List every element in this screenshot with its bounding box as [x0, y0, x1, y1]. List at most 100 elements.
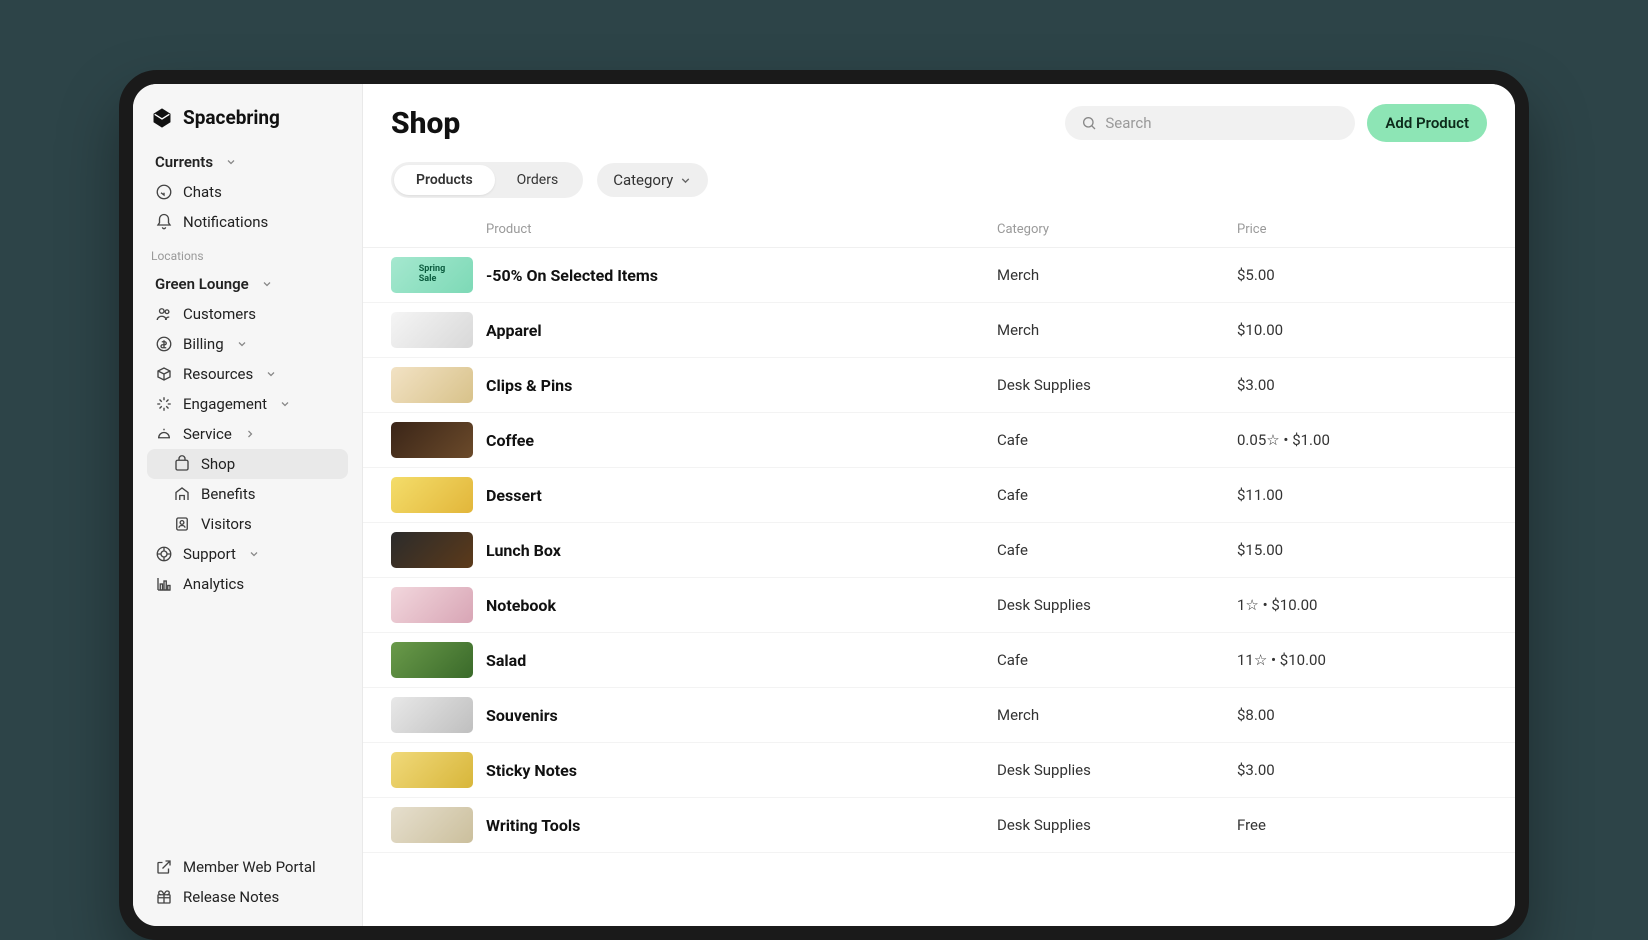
table-header: Product Category Price — [363, 216, 1515, 248]
sidebar-item-label: Service — [183, 425, 232, 443]
table-row[interactable]: Apparel Merch $10.00 — [363, 303, 1515, 358]
sidebar-item-label: Support — [183, 545, 236, 563]
table-row[interactable]: Lunch Box Cafe $15.00 — [363, 523, 1515, 578]
product-category: Desk Supplies — [997, 816, 1237, 834]
add-product-button[interactable]: Add Product — [1367, 104, 1487, 142]
visitors-icon — [173, 515, 191, 533]
product-category: Merch — [997, 321, 1237, 339]
chevron-down-icon — [261, 278, 273, 290]
brand-logo-icon — [151, 107, 173, 129]
sidebar-item-label: Analytics — [183, 575, 244, 593]
product-price: 11☆ • $10.00 — [1237, 651, 1487, 669]
sidebar-item-label: Engagement — [183, 395, 267, 413]
category-filter-label: Category — [613, 171, 673, 189]
sidebar-item-visitors[interactable]: Visitors — [147, 509, 348, 539]
sidebar-item-label: Billing — [183, 335, 224, 353]
filter-bar: Products Orders Category — [363, 154, 1515, 216]
sidebar-item-analytics[interactable]: Analytics — [147, 569, 348, 599]
product-category: Cafe — [997, 486, 1237, 504]
product-category: Desk Supplies — [997, 761, 1237, 779]
sidebar-item-resources[interactable]: Resources — [147, 359, 348, 389]
sidebar-item-label: Benefits — [201, 485, 256, 503]
product-category: Merch — [997, 266, 1237, 284]
sidebar-item-label: Release Notes — [183, 888, 279, 906]
product-name: Notebook — [486, 596, 997, 615]
product-price: Free — [1237, 816, 1487, 834]
table-row[interactable]: Clips & Pins Desk Supplies $3.00 — [363, 358, 1515, 413]
brand[interactable]: Spacebring — [147, 102, 348, 147]
product-thumbnail: Spring Sale — [391, 257, 473, 293]
sidebar-item-label: Chats — [183, 183, 222, 201]
page-header: Shop Add Product — [363, 84, 1515, 154]
sidebar-item-customers[interactable]: Customers — [147, 299, 348, 329]
sparkle-icon — [155, 395, 173, 413]
product-price: 1☆ • $10.00 — [1237, 596, 1487, 614]
product-thumbnail — [391, 367, 473, 403]
product-name: Salad — [486, 651, 997, 670]
sidebar-item-label: Member Web Portal — [183, 858, 316, 876]
table-row[interactable]: Souvenirs Merch $8.00 — [363, 688, 1515, 743]
page-title: Shop — [391, 106, 1053, 141]
support-icon — [155, 545, 173, 563]
product-price: $10.00 — [1237, 321, 1487, 339]
table-row[interactable]: Sticky Notes Desk Supplies $3.00 — [363, 743, 1515, 798]
brand-name: Spacebring — [183, 106, 280, 129]
sidebar-item-chats[interactable]: Chats — [147, 177, 348, 207]
product-thumbnail — [391, 477, 473, 513]
box-icon — [155, 365, 173, 383]
chevron-down-icon — [279, 398, 291, 410]
tab-orders[interactable]: Orders — [495, 165, 581, 195]
table-row[interactable]: Writing Tools Desk Supplies Free — [363, 798, 1515, 853]
category-filter[interactable]: Category — [597, 163, 708, 197]
product-thumbnail — [391, 587, 473, 623]
sidebar-item-billing[interactable]: Billing — [147, 329, 348, 359]
analytics-icon — [155, 575, 173, 593]
chevron-down-icon — [679, 174, 692, 187]
product-category: Desk Supplies — [997, 376, 1237, 394]
table-row[interactable]: Notebook Desk Supplies 1☆ • $10.00 — [363, 578, 1515, 633]
gift-icon — [155, 888, 173, 906]
sidebar-item-currents[interactable]: Currents — [147, 147, 348, 177]
table-row[interactable]: Dessert Cafe $11.00 — [363, 468, 1515, 523]
users-icon — [155, 305, 173, 323]
product-thumbnail — [391, 807, 473, 843]
chevron-right-icon — [244, 428, 256, 440]
bell-icon — [155, 213, 173, 231]
sidebar-item-notifications[interactable]: Notifications — [147, 207, 348, 237]
table-row[interactable]: Salad Cafe 11☆ • $10.00 — [363, 633, 1515, 688]
sidebar: Spacebring Currents Chats Notifications … — [133, 84, 363, 926]
product-name: Dessert — [486, 486, 997, 505]
product-name: -50% On Selected Items — [486, 266, 997, 285]
sidebar-item-benefits[interactable]: Benefits — [147, 479, 348, 509]
product-category: Merch — [997, 706, 1237, 724]
sidebar-item-label: Customers — [183, 305, 256, 323]
chevron-down-icon — [248, 548, 260, 560]
product-category: Cafe — [997, 651, 1237, 669]
product-price: $8.00 — [1237, 706, 1487, 724]
product-name: Lunch Box — [486, 541, 997, 560]
search-input-wrapper[interactable] — [1065, 106, 1355, 140]
external-link-icon — [155, 858, 173, 876]
table-row[interactable]: Spring Sale -50% On Selected Items Merch… — [363, 248, 1515, 303]
table-row[interactable]: Coffee Cafe 0.05☆ • $1.00 — [363, 413, 1515, 468]
sidebar-item-service[interactable]: Service — [147, 419, 348, 449]
sidebar-item-label: Resources — [183, 365, 253, 383]
sidebar-item-release-notes[interactable]: Release Notes — [147, 882, 348, 912]
product-thumbnail — [391, 532, 473, 568]
table-body: Spring Sale -50% On Selected Items Merch… — [363, 248, 1515, 853]
product-category: Cafe — [997, 431, 1237, 449]
sidebar-item-label: Shop — [201, 455, 235, 473]
product-thumbnail — [391, 422, 473, 458]
sidebar-item-support[interactable]: Support — [147, 539, 348, 569]
sidebar-item-green-lounge[interactable]: Green Lounge — [147, 269, 348, 299]
product-thumbnail — [391, 697, 473, 733]
sidebar-item-label: Currents — [155, 153, 213, 171]
sidebar-item-engagement[interactable]: Engagement — [147, 389, 348, 419]
search-input[interactable] — [1105, 114, 1339, 132]
product-price: $11.00 — [1237, 486, 1487, 504]
product-name: Writing Tools — [486, 816, 997, 835]
tab-products[interactable]: Products — [394, 165, 495, 195]
chat-icon — [155, 183, 173, 201]
sidebar-item-member-portal[interactable]: Member Web Portal — [147, 852, 348, 882]
sidebar-item-shop[interactable]: Shop — [147, 449, 348, 479]
